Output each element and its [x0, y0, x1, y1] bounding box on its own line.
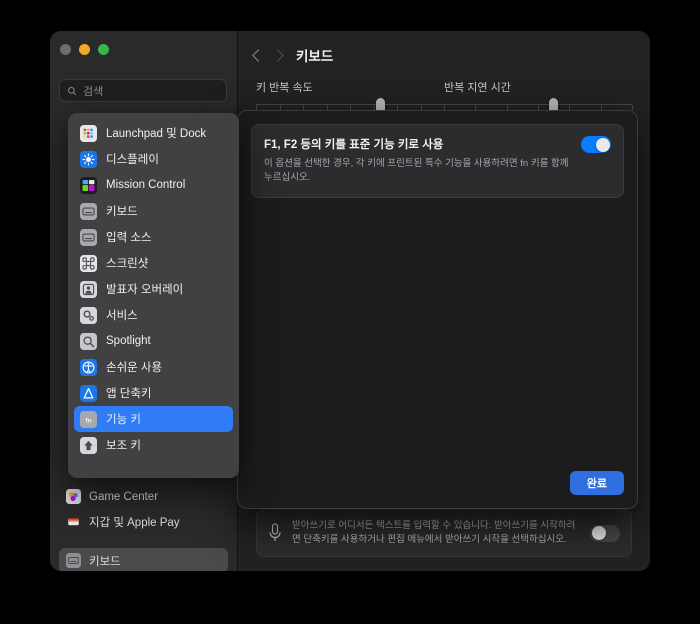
popover-item-9[interactable]: Spotlight: [74, 328, 233, 354]
microphone-icon: [269, 523, 281, 542]
popover-item-label: Spotlight: [106, 335, 151, 347]
display-icon: [80, 150, 97, 168]
app-shortcuts-icon: [80, 384, 97, 402]
popover-item-label: 기능 키: [106, 414, 141, 426]
page-title: 키보드: [296, 49, 334, 64]
fn-option-card: F1, F2 등의 키를 표준 기능 키로 사용 이 옵션을 선택한 경우, 각…: [251, 124, 624, 198]
chevron-left-icon[interactable]: [252, 48, 265, 62]
slider-label: 키 반복 속도: [256, 82, 313, 94]
svg-text:fn: fn: [85, 417, 91, 424]
input-source-icon: [80, 228, 97, 246]
wallet-icon: [66, 514, 81, 529]
accessibility-icon: [80, 358, 97, 376]
keyboard-category-popover: Launchpad 및 Dock 디스플레이 Mission Control 키보드입…: [68, 113, 239, 478]
popover-item-label: Mission Control: [106, 179, 186, 191]
popover-item-label: 서비스: [106, 310, 138, 322]
services-icon: [80, 306, 97, 324]
popover-item-label: 발표자 오버레이: [106, 284, 184, 296]
popover-item-4[interactable]: 키보드: [74, 198, 233, 224]
sidebar-item-2[interactable]: 지갑 및 Apple Pay: [59, 509, 228, 534]
popover-item-2[interactable]: 디스플레이: [74, 146, 233, 172]
keyboard-icon: [80, 202, 97, 220]
popover-item-7[interactable]: 발표자 오버레이: [74, 276, 233, 302]
popover-item-3[interactable]: Mission Control: [74, 172, 233, 198]
dictation-toggle[interactable]: [590, 524, 620, 542]
spotlight-icon: [80, 332, 97, 350]
minimize-button[interactable]: [79, 44, 90, 55]
popover-item-8[interactable]: 서비스: [74, 302, 233, 328]
search-input[interactable]: 검색: [59, 79, 227, 102]
popover-item-label: 스크린샷: [106, 258, 149, 270]
popover-item-1[interactable]: Launchpad 및 Dock: [74, 120, 233, 146]
sidebar-item-3[interactable]: 키보드: [59, 548, 228, 571]
popover-item-label: 보조 키: [106, 440, 141, 452]
game-center-icon: [66, 489, 81, 504]
window-controls: [60, 44, 109, 55]
sidebar-item-label: 키보드: [89, 555, 121, 568]
modifier-keys-icon: [80, 436, 97, 454]
popover-item-13[interactable]: 보조 키: [74, 432, 233, 458]
settings-window: 검색 Game Center 지갑 및 Apple Pay 키보드 키보드 키 반복…: [50, 31, 650, 571]
popover-item-12[interactable]: fn 기능 키: [74, 406, 233, 432]
dictation-card: 받아쓰기로 어디서든 텍스트를 입력할 수 있습니다. 받아쓰기를 시작하려면 …: [256, 509, 632, 557]
function-keys-sheet: F1, F2 등의 키를 표준 기능 키로 사용 이 옵션을 선택한 경우, 각…: [237, 110, 638, 509]
popover-item-11[interactable]: 앱 단축키: [74, 380, 233, 406]
popover-item-label: 입력 소스: [106, 232, 152, 244]
mission-control-icon: [80, 176, 97, 194]
popover-item-label: Launchpad 및 Dock: [106, 128, 207, 140]
toolbar: 키보드: [238, 31, 650, 79]
sidebar-item-label: 지갑 및 Apple Pay: [89, 516, 180, 529]
keyboard-icon: [66, 553, 81, 568]
slider-label: 반복 지연 시간: [444, 82, 511, 94]
presenter-overlay-icon: [80, 280, 97, 298]
maximize-button[interactable]: [98, 44, 109, 55]
search-placeholder: 검색: [83, 85, 104, 98]
slider-tick: [632, 105, 633, 110]
toggle-knob: [591, 526, 606, 541]
screenshot-icon: [80, 254, 97, 272]
sidebar-item-1[interactable]: Game Center: [59, 484, 228, 509]
chevron-right-icon[interactable]: [271, 48, 284, 62]
popover-item-5[interactable]: 입력 소스: [74, 224, 233, 250]
fn-key-icon: fn: [80, 410, 97, 428]
popover-item-6[interactable]: 스크린샷: [74, 250, 233, 276]
dictation-description: 받아쓰기로 어디서든 텍스트를 입력할 수 있습니다. 받아쓰기를 시작하려면 …: [292, 520, 576, 546]
close-button[interactable]: [60, 44, 71, 55]
done-button[interactable]: 완료: [569, 471, 624, 495]
fn-option-toggle[interactable]: [581, 136, 611, 153]
sidebar-item-label: Game Center: [89, 490, 159, 503]
toggle-knob: [595, 137, 610, 152]
sheet-body: F1, F2 등의 키를 표준 기능 키로 사용 이 옵션을 선택한 경우, 각…: [238, 111, 637, 508]
fn-option-description: 이 옵션을 선택한 경우, 각 키에 프린트된 특수 기능을 사용하려면 fn …: [264, 158, 569, 184]
popover-item-10[interactable]: 손쉬운 사용: [74, 354, 233, 380]
popover-item-label: 디스플레이: [106, 154, 159, 166]
search-icon: [68, 86, 77, 95]
popover-item-label: 앱 단축키: [106, 388, 152, 400]
launchpad-icon: [80, 124, 97, 142]
fn-option-title: F1, F2 등의 키를 표준 기능 키로 사용: [264, 139, 444, 151]
popover-item-label: 키보드: [106, 206, 138, 218]
popover-item-label: 손쉬운 사용: [106, 362, 163, 374]
